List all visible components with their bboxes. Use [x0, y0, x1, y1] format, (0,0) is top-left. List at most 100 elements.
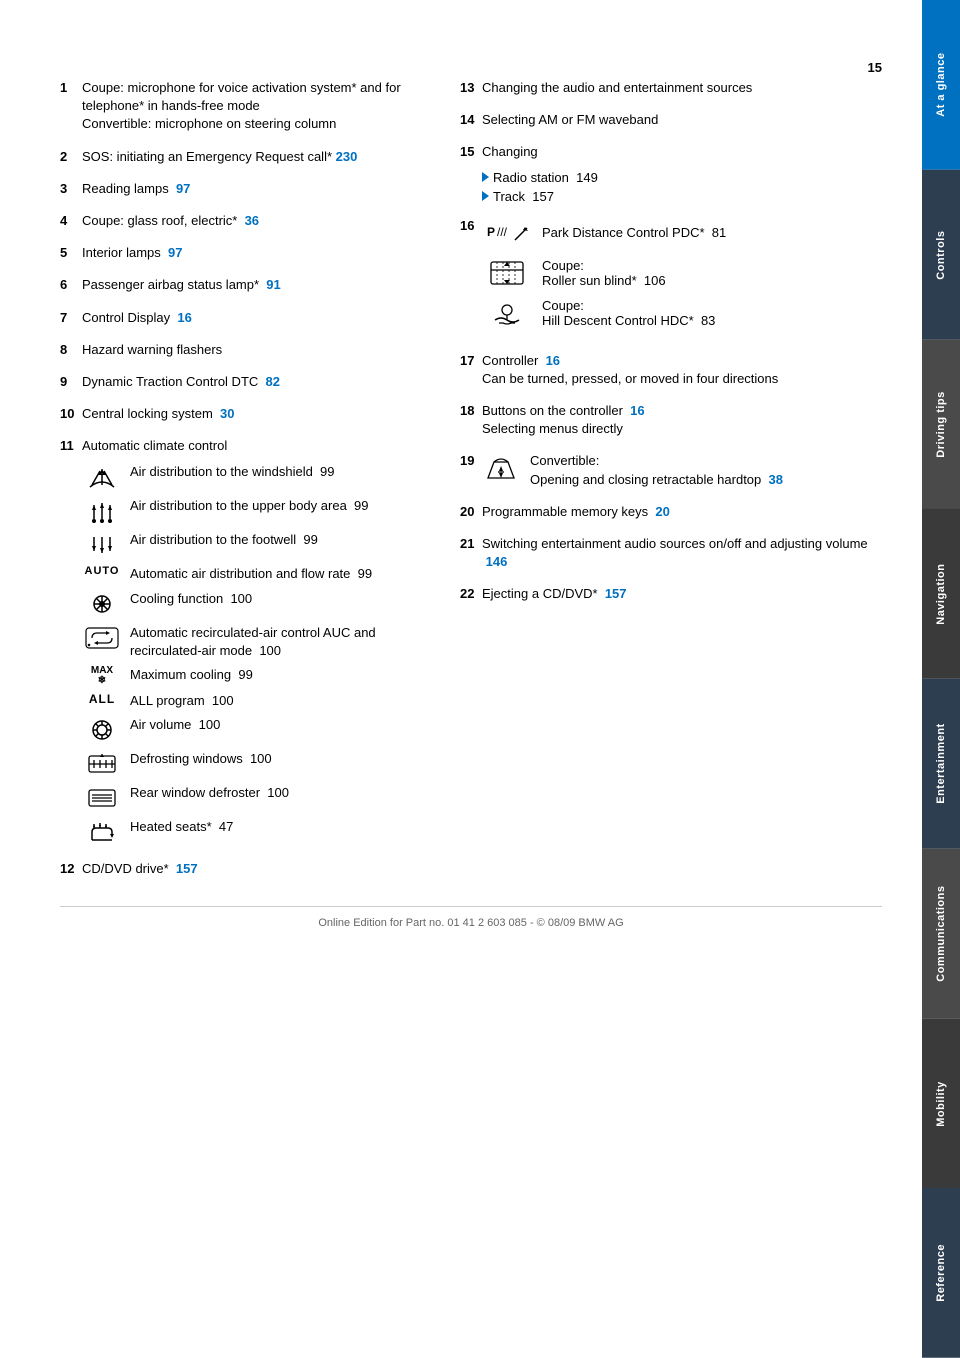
sidebar: At a glance Controls Driving tips Naviga… [922, 0, 960, 1358]
list-item: 9 Dynamic Traction Control DTC 82 [60, 373, 430, 391]
sidebar-tab-entertainment[interactable]: Entertainment [922, 679, 960, 849]
pdc-icon: P /// [482, 218, 532, 248]
item-text: Passenger airbag status lamp* 91 [82, 276, 430, 294]
sub-item-text: Maximum cooling 99 [130, 666, 430, 684]
footer-text: Online Edition for Part no. 01 41 2 603 … [318, 917, 623, 929]
page-number: 15 [60, 60, 882, 75]
list-item: 17 Controller 16Can be turned, pressed, … [460, 352, 882, 388]
item-text: Selecting AM or FM waveband [482, 111, 882, 129]
page-footer: Online Edition for Part no. 01 41 2 603 … [60, 906, 882, 929]
page-container: 15 1 Coupe: microphone for voice activat… [0, 0, 960, 1358]
sub-item-text: Air distribution to the windshield 99 [130, 463, 430, 481]
sub-item: Defrosting windows 100 [82, 750, 430, 778]
air-volume-icon [82, 716, 122, 744]
sub-item-text: Automatic air distribution and flow rate… [130, 565, 430, 583]
list-item: 10 Central locking system 30 [60, 405, 430, 423]
item-text: CD/DVD drive* 157 [82, 860, 430, 878]
item-number: 3 [60, 180, 82, 198]
item-number: 4 [60, 212, 82, 230]
page-ref: 38 [769, 472, 783, 487]
sub-item: MAX ❄ Maximum cooling 99 [82, 666, 430, 686]
sidebar-tab-mobility[interactable]: Mobility [922, 1019, 960, 1189]
arrow-icon [482, 172, 489, 182]
list-item: 5 Interior lamps 97 [60, 244, 430, 262]
roller-sun-row: Coupe:Roller sun blind* 106 [482, 258, 882, 288]
max-cooling-icon: MAX ❄ [82, 666, 122, 686]
page-ref: 100 [199, 717, 221, 732]
page-ref: 91 [266, 277, 280, 292]
sidebar-tab-driving-tips[interactable]: Driving tips [922, 340, 960, 510]
sub-item: Air distribution to the footwell 99 [82, 531, 430, 559]
list-item: 13 Changing the audio and entertainment … [460, 79, 882, 97]
two-column-layout: 1 Coupe: microphone for voice activation… [60, 79, 882, 886]
sidebar-tab-controls[interactable]: Controls [922, 170, 960, 340]
sub-item: Heated seats* 47 [82, 818, 430, 846]
sub-item: Air distribution to the windshield 99 [82, 463, 430, 491]
page-ref: 146 [486, 554, 508, 569]
defrost-windows-icon [82, 750, 122, 778]
list-item: 6 Passenger airbag status lamp* 91 [60, 276, 430, 294]
item-text: Central locking system 30 [82, 405, 430, 423]
climate-sub-items: Air distribution to the windshield 99 [82, 463, 430, 846]
page-ref: 100 [212, 693, 234, 708]
item-number: 18 [460, 402, 482, 420]
sidebar-tab-navigation[interactable]: Navigation [922, 509, 960, 679]
air-windshield-icon [82, 463, 122, 491]
sub-item-text: Track 157 [493, 189, 554, 204]
sub-item-text: Air distribution to the upper body area … [130, 497, 430, 515]
page-ref: 99 [354, 498, 368, 513]
item-16-content: P /// Park Distance Control PDC* 81 [482, 218, 882, 338]
item-number: 5 [60, 244, 82, 262]
page-ref: 99 [303, 532, 317, 547]
item-16-row: 16 P /// [460, 218, 882, 338]
roller-sun-icon [482, 258, 532, 288]
page-ref: 20 [655, 504, 669, 519]
sub-item: Radio station 149 [482, 170, 882, 185]
page-ref: 106 [644, 273, 666, 288]
list-item: 15 Changing [460, 143, 882, 161]
main-content: 15 1 Coupe: microphone for voice activat… [0, 0, 922, 1358]
page-ref: 82 [266, 374, 280, 389]
sub-item: ALL ALL program 100 [82, 692, 430, 710]
pdc-row: P /// Park Distance Control PDC* 81 [482, 218, 882, 248]
sub-item-text: Heated seats* 47 [130, 818, 430, 836]
page-ref: 97 [176, 181, 190, 196]
item-number: 19 [460, 452, 482, 470]
item-number: 10 [60, 405, 82, 423]
sub-item: AUTO Automatic air distribution and flow… [82, 565, 430, 583]
sidebar-tab-reference[interactable]: Reference [922, 1188, 960, 1358]
item-number: 13 [460, 79, 482, 97]
sub-item-text: Defrosting windows 100 [130, 750, 430, 768]
page-ref: 230 [336, 149, 358, 164]
page-ref: 99 [238, 667, 252, 682]
left-column: 1 Coupe: microphone for voice activation… [60, 79, 430, 886]
item-text: Buttons on the controller 16Selecting me… [482, 402, 882, 438]
air-upper-icon [82, 497, 122, 525]
all-label: ALL [89, 692, 115, 706]
item-text: Coupe: glass roof, electric* 36 [82, 212, 430, 230]
svg-text:P: P [487, 225, 495, 239]
item-number: 22 [460, 585, 482, 603]
item-19-content: Convertible:Opening and closing retracta… [482, 452, 783, 488]
sub-item-text: Cooling function 100 [130, 590, 430, 608]
page-ref: 157 [532, 189, 554, 204]
sub-item: Cooling function 100 [82, 590, 430, 618]
air-footwell-icon [82, 531, 122, 559]
list-item: 14 Selecting AM or FM waveband [460, 111, 882, 129]
sidebar-tab-communications[interactable]: Communications [922, 849, 960, 1019]
page-ref: 100 [267, 785, 289, 800]
item-text: SOS: initiating an Emergency Request cal… [82, 148, 430, 166]
convertible-top-icon [482, 452, 520, 487]
right-column: 13 Changing the audio and entertainment … [460, 79, 882, 886]
max-text: MAX ❄ [91, 666, 113, 686]
page-ref: 36 [245, 213, 259, 228]
list-item: 2 SOS: initiating an Emergency Request c… [60, 148, 430, 166]
list-item-19: 19 Convertible:Opening and closing r [460, 452, 882, 488]
sidebar-tab-at-a-glance[interactable]: At a glance [922, 0, 960, 170]
sub-item: Track 157 [482, 189, 882, 204]
hdc-text: Coupe:Hill Descent Control HDC* 83 [542, 298, 715, 328]
item-text: Switching entertainment audio sources on… [482, 535, 882, 571]
list-item: 12 CD/DVD drive* 157 [60, 860, 430, 878]
hdc-row: Coupe:Hill Descent Control HDC* 83 [482, 298, 882, 328]
sub-item-text: Air volume 100 [130, 716, 430, 734]
